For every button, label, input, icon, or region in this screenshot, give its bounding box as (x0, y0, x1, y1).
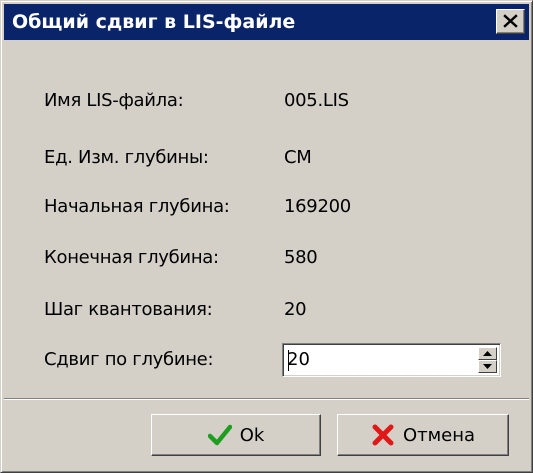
button-separator (4, 398, 529, 400)
checkmark-icon (207, 423, 232, 447)
spin-down-button[interactable] (478, 360, 497, 373)
close-icon (503, 14, 518, 28)
end-depth-label: Конечная глубина: (44, 247, 219, 268)
end-depth-value: 580 (284, 247, 318, 268)
depth-shift-spinbox[interactable] (282, 343, 501, 377)
red-x-icon (371, 423, 395, 447)
text-caret (288, 350, 289, 371)
title-bar[interactable]: Общий сдвиг в LIS-файле (4, 4, 529, 40)
ok-button[interactable]: Ok (151, 414, 321, 456)
depth-shift-input[interactable] (287, 348, 467, 372)
start-depth-value: 169200 (284, 196, 351, 217)
spin-up-button[interactable] (478, 347, 497, 360)
ok-button-label: Ok (239, 424, 265, 446)
lis-file-name-value: 005.LIS (284, 90, 349, 111)
sampling-step-value: 20 (284, 299, 307, 320)
arrow-down-icon (483, 364, 492, 369)
cancel-button[interactable]: Отмена (337, 414, 509, 456)
sampling-step-label: Шаг квантования: (44, 299, 213, 320)
lis-file-name-label: Имя LIS-файла: (44, 90, 184, 111)
close-button[interactable] (496, 9, 525, 34)
cancel-button-label: Отмена (402, 424, 476, 446)
depth-unit-label: Ед. Изм. глубины: (44, 147, 209, 168)
start-depth-label: Начальная глубина: (44, 196, 230, 217)
arrow-up-icon (483, 351, 492, 356)
depth-shift-label: Сдвиг по глубине: (44, 349, 214, 370)
window-title: Общий сдвиг в LIS-файле (12, 11, 296, 33)
dialog-window: Общий сдвиг в LIS-файле Имя LIS-файла: 0… (0, 0, 533, 473)
depth-unit-value: CM (284, 147, 312, 168)
